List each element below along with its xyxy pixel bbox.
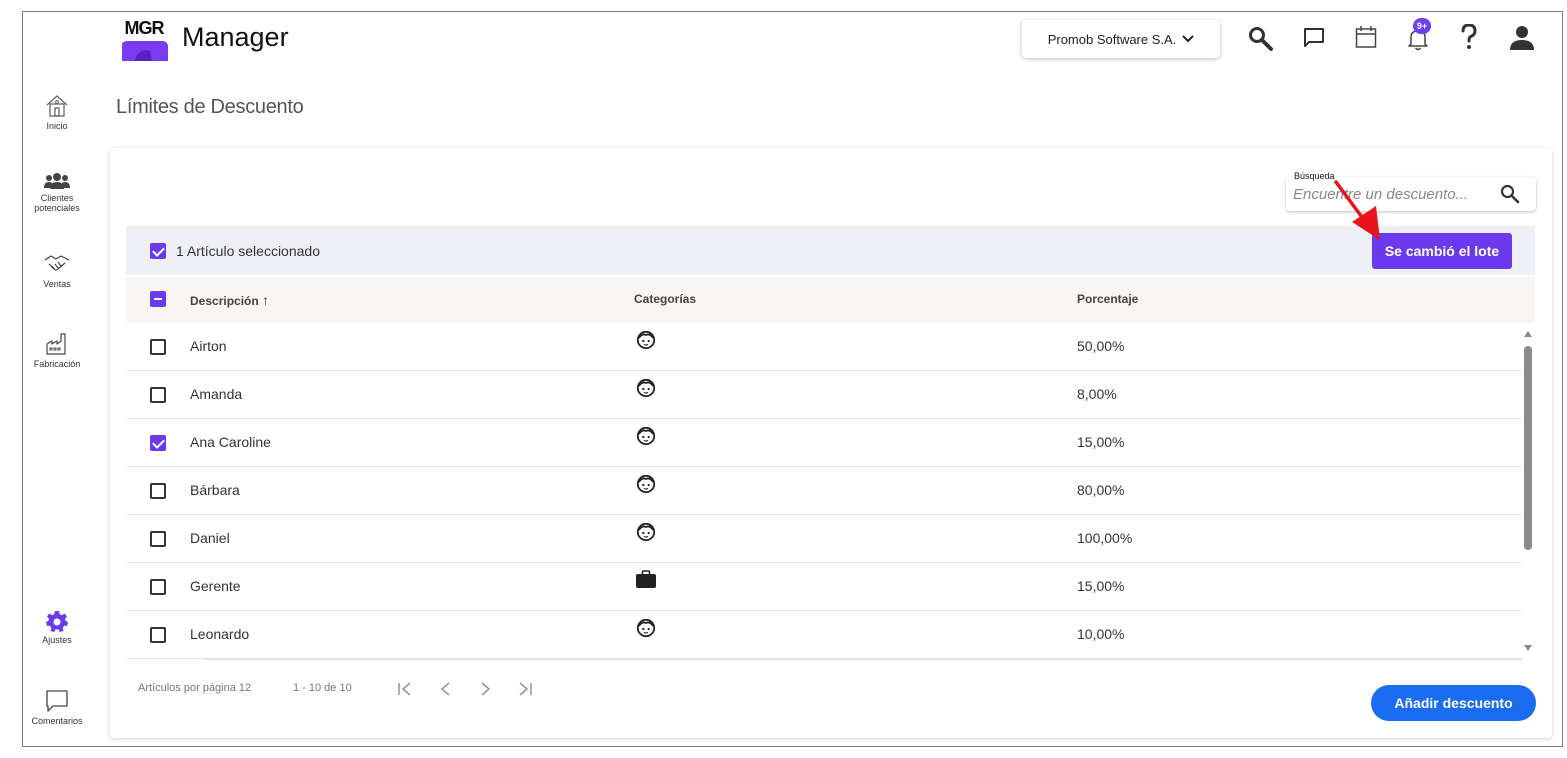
- calendar-icon[interactable]: [1355, 25, 1377, 49]
- scroll-up-icon[interactable]: [1524, 331, 1532, 337]
- row-checkbox[interactable]: [150, 483, 166, 499]
- annotation-arrow-icon: [1334, 180, 1380, 240]
- column-header-descripcion[interactable]: Descripción ↑: [190, 292, 269, 308]
- select-all-selected-checkbox[interactable]: [150, 243, 166, 259]
- table-row[interactable]: Bárbara 80,00%: [126, 467, 1522, 515]
- row-description: Gerente: [190, 578, 241, 594]
- table-row[interactable]: Airton 50,00%: [126, 323, 1522, 371]
- sidebar-item-ventas[interactable]: Ventas: [22, 252, 92, 289]
- sidebar-label: Clientes potenciales: [34, 193, 80, 213]
- column-header-label: Descripción: [190, 294, 259, 308]
- first-page-icon[interactable]: [397, 682, 413, 696]
- row-checkbox[interactable]: [150, 339, 166, 355]
- comment-icon: [46, 690, 68, 712]
- app-logo[interactable]: MGR: [120, 15, 168, 63]
- factory-icon: [46, 333, 66, 355]
- scrollbar-thumb[interactable]: [1524, 346, 1532, 550]
- table-row[interactable]: Leonardo 10,00%: [126, 611, 1522, 659]
- sidebar-label: Ventas: [43, 279, 71, 289]
- row-percentage: 15,00%: [1077, 434, 1125, 450]
- row-percentage: 8,00%: [1077, 386, 1117, 402]
- table-divider: [204, 659, 1522, 660]
- table-row[interactable]: Amanda 8,00%: [126, 371, 1522, 419]
- gear-icon: [46, 611, 68, 632]
- briefcase-icon: [636, 570, 656, 591]
- selection-bar: [126, 226, 1535, 275]
- row-percentage: 10,00%: [1077, 626, 1125, 642]
- next-page-icon[interactable]: [480, 682, 492, 696]
- logo-text: MGR: [124, 18, 165, 38]
- sidebar-label: Inicio: [46, 121, 68, 131]
- page-range: 1 - 10 de 10: [293, 682, 352, 694]
- items-per-page[interactable]: Artículos por página 12: [138, 682, 251, 694]
- face-icon: [636, 426, 656, 449]
- sidebar-label: Ajustes: [42, 635, 72, 645]
- selection-count: 1 Artículo seleccionado: [176, 243, 320, 259]
- sidebar-item-ajustes[interactable]: Ajustes: [22, 610, 92, 645]
- row-percentage: 50,00%: [1077, 338, 1125, 354]
- company-selector[interactable]: Promob Software S.A.: [1022, 20, 1220, 58]
- table-header: [126, 277, 1535, 323]
- row-checkbox[interactable]: [150, 387, 166, 403]
- header-checkbox[interactable]: [150, 291, 166, 307]
- sidebar: Inicio Clientes potenciales Ventas Fabri…: [22, 80, 92, 740]
- page-title: Límites de Descuento: [116, 96, 304, 118]
- scroll-down-icon[interactable]: [1524, 645, 1532, 651]
- row-percentage: 100,00%: [1077, 530, 1133, 546]
- sidebar-label: Comentarios: [31, 716, 83, 726]
- row-checkbox[interactable]: [150, 435, 166, 451]
- table-row[interactable]: Daniel 100,00%: [126, 515, 1522, 563]
- last-page-icon[interactable]: [517, 682, 533, 696]
- previous-page-icon[interactable]: [439, 682, 451, 696]
- row-description: Daniel: [190, 530, 230, 546]
- face-icon: [636, 330, 656, 353]
- row-description: Bárbara: [190, 482, 240, 498]
- row-checkbox[interactable]: [150, 531, 166, 547]
- users-icon: [44, 173, 70, 189]
- sidebar-item-fabricacion[interactable]: Fabricación: [22, 332, 92, 369]
- face-icon: [636, 618, 656, 641]
- face-icon: [636, 474, 656, 497]
- app-title: Manager: [182, 22, 289, 52]
- row-percentage: 15,00%: [1077, 578, 1125, 594]
- notification-badge: 9+: [1413, 18, 1431, 34]
- company-name: Promob Software S.A.: [1047, 31, 1177, 47]
- row-checkbox[interactable]: [150, 627, 166, 643]
- chevron-down-icon: [1182, 35, 1195, 43]
- column-header-porcentaje[interactable]: Porcentaje: [1077, 292, 1138, 306]
- sidebar-item-comentarios[interactable]: Comentarios: [22, 689, 92, 726]
- table-row[interactable]: Ana Caroline 15,00%: [126, 419, 1522, 467]
- row-description: Airton: [190, 338, 227, 354]
- table-row[interactable]: Gerente 15,00%: [126, 563, 1522, 611]
- sort-arrow-icon: ↑: [262, 292, 270, 308]
- face-icon: [636, 378, 656, 401]
- search-icon[interactable]: [1500, 184, 1520, 204]
- sidebar-item-inicio[interactable]: Inicio: [22, 94, 92, 131]
- help-icon[interactable]: [1461, 24, 1477, 50]
- search-icon[interactable]: [1248, 26, 1274, 52]
- row-percentage: 80,00%: [1077, 482, 1125, 498]
- row-description: Amanda: [190, 386, 243, 402]
- chat-icon[interactable]: [1303, 27, 1325, 49]
- sidebar-label: Fabricación: [33, 359, 81, 369]
- column-header-categorias[interactable]: Categorías: [634, 292, 696, 306]
- handshake-icon: [44, 255, 70, 271]
- row-description: Ana Caroline: [190, 434, 271, 450]
- row-description: Leonardo: [190, 626, 250, 642]
- sidebar-item-clientes[interactable]: Clientes potenciales: [22, 172, 92, 213]
- add-discount-button[interactable]: Añadir descuento: [1371, 685, 1536, 721]
- face-icon: [636, 522, 656, 545]
- row-checkbox[interactable]: [150, 579, 166, 595]
- user-icon[interactable]: [1510, 25, 1534, 51]
- home-icon: [46, 95, 68, 117]
